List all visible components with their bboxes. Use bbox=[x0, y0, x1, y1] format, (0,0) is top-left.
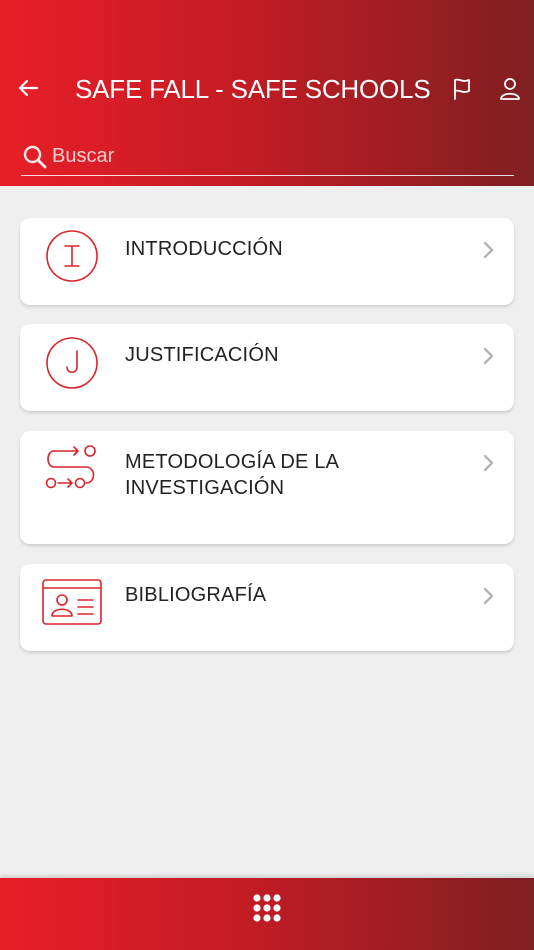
bottom-bar bbox=[0, 878, 534, 950]
workflow-icon bbox=[45, 445, 96, 489]
letter-i-circle-icon bbox=[46, 230, 98, 282]
search-icon bbox=[21, 143, 49, 171]
chevron-right-icon bbox=[483, 454, 494, 472]
menu-item-label: JUSTIFICACIÓN bbox=[125, 344, 279, 366]
menu-item-label: INTRODUCCIÓN bbox=[125, 238, 283, 260]
arrow-left-icon bbox=[18, 79, 39, 97]
chevron-right-icon bbox=[483, 347, 494, 365]
menu-item-justificacion[interactable]: JUSTIFICACIÓN bbox=[20, 324, 514, 411]
chevron-right-icon bbox=[483, 241, 494, 259]
app-header: SAFE FALL - SAFE SCHOOLS bbox=[0, 0, 534, 186]
menu-item-label: METODOLOGÍA DE LA INVESTIGACIÓN bbox=[125, 451, 339, 499]
menu-item-metodologia[interactable]: METODOLOGÍA DE LA INVESTIGACIÓN bbox=[20, 431, 514, 544]
menu-item-label: BIBLIOGRAFÍA bbox=[125, 584, 267, 606]
menu-item-bibliografia[interactable]: BIBLIOGRAFÍA bbox=[20, 564, 514, 651]
search-bar bbox=[21, 138, 514, 176]
letter-j-circle-icon bbox=[46, 337, 98, 389]
search-input[interactable] bbox=[49, 140, 514, 173]
grid-menu-icon[interactable] bbox=[252, 893, 282, 923]
id-card-icon bbox=[42, 579, 102, 625]
back-button[interactable] bbox=[14, 76, 42, 100]
flag-button[interactable] bbox=[449, 76, 475, 102]
page-title: SAFE FALL - SAFE SCHOOLS bbox=[75, 74, 431, 104]
chevron-right-icon bbox=[483, 587, 494, 605]
menu-item-introduccion[interactable]: INTRODUCCIÓN bbox=[20, 218, 514, 305]
flag-icon bbox=[454, 78, 470, 100]
user-icon bbox=[500, 78, 520, 100]
user-button[interactable] bbox=[497, 76, 523, 102]
